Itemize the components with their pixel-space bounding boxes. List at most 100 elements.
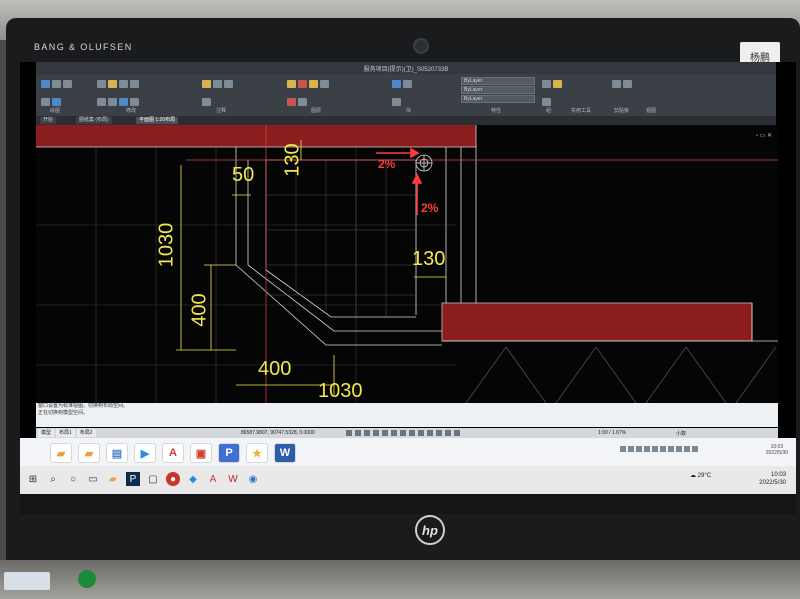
p-app-icon[interactable]: P <box>218 443 240 463</box>
leader-icon[interactable] <box>224 80 233 88</box>
widgets-icon[interactable]: ▭ <box>86 472 100 486</box>
lineweight-dropdown[interactable]: ByLayer <box>461 95 535 103</box>
drawing-canvas[interactable]: ▫ ▭ ✕ 50 130 130 1030 400 400 1030 2% 2% <box>36 125 778 403</box>
tab-sheet-set[interactable]: 图纸集 (布局) <box>76 117 112 124</box>
units-mode[interactable]: 小数 <box>676 430 686 437</box>
star-icon[interactable]: ★ <box>246 443 268 463</box>
red-app-icon[interactable]: A <box>206 472 220 486</box>
3d-osnap-icon[interactable] <box>427 430 433 436</box>
polyline-icon[interactable] <box>52 80 61 88</box>
tray-icon-5[interactable] <box>652 446 658 452</box>
ribbon-group-clipboard[interactable] <box>611 76 651 106</box>
tray-icon-9[interactable] <box>684 446 690 452</box>
layer-properties-icon[interactable] <box>287 80 296 88</box>
workspace-icon[interactable] <box>454 430 460 436</box>
stretch-icon[interactable] <box>119 98 128 106</box>
snap-toggle-icon[interactable] <box>355 430 361 436</box>
ortho-toggle-icon[interactable] <box>364 430 370 436</box>
command-line[interactable]: 窗口设置为标准视图。切换到布局空间。 正在切换到模型空间。 <box>36 403 778 427</box>
edit-block-icon[interactable] <box>392 98 401 106</box>
tray-icon-6[interactable] <box>660 446 666 452</box>
search-icon[interactable]: ⌕ <box>46 472 60 486</box>
move-icon[interactable] <box>97 80 106 88</box>
drafting-toggles[interactable] <box>346 430 463 438</box>
ungroup-icon[interactable] <box>553 80 562 88</box>
app-a-icon[interactable]: A <box>162 443 184 463</box>
weather-widget[interactable]: ☁ 29°C <box>690 472 711 479</box>
folder-icon[interactable]: ▰ <box>50 443 72 463</box>
ribbon-group-draw[interactable] <box>40 76 80 106</box>
tab-plan-layout[interactable]: 平面图 1:20布局 <box>136 117 179 124</box>
mirror-icon[interactable] <box>97 98 106 106</box>
layer-iso-icon[interactable] <box>287 98 296 106</box>
trim-icon[interactable] <box>119 80 128 88</box>
tray-icon-3[interactable] <box>636 446 642 452</box>
paste-icon[interactable] <box>612 80 621 88</box>
tray-icon-10[interactable] <box>692 446 698 452</box>
fillet-icon[interactable] <box>108 98 117 106</box>
create-block-icon[interactable] <box>403 80 412 88</box>
osnap-toggle-icon[interactable] <box>382 430 388 436</box>
ribbon-group-group[interactable] <box>541 76 601 106</box>
taskbar-clock[interactable]: 10:03 2022/5/30 <box>759 471 786 487</box>
word-icon[interactable]: W <box>274 443 296 463</box>
rotate-icon[interactable] <box>108 80 117 88</box>
folder-icon-2[interactable]: ▰ <box>78 443 100 463</box>
tray-icons-row[interactable] <box>620 446 700 454</box>
polar-toggle-icon[interactable] <box>373 430 379 436</box>
tray-icon-1[interactable] <box>620 446 626 452</box>
tab-model[interactable]: 模型 <box>38 429 55 437</box>
media-icon[interactable]: ◆ <box>186 472 200 486</box>
layer-match-icon[interactable] <box>298 98 307 106</box>
measure-icon[interactable] <box>542 98 551 106</box>
table-icon[interactable] <box>202 98 211 106</box>
image-icon[interactable]: ▤ <box>106 443 128 463</box>
dimension-icon[interactable] <box>213 80 222 88</box>
otrack-toggle-icon[interactable] <box>391 430 397 436</box>
windows-start-icon[interactable]: ⊞ <box>26 472 40 486</box>
circle-icon[interactable] <box>63 80 72 88</box>
annotation-visibility-icon[interactable] <box>445 430 451 436</box>
settings-icon[interactable]: ▢ <box>146 472 160 486</box>
layer-lock-icon[interactable] <box>320 80 329 88</box>
scale-icon[interactable] <box>130 98 139 106</box>
selection-cycle-icon[interactable] <box>418 430 424 436</box>
tab-start[interactable]: 开始 <box>40 117 57 124</box>
task-view-icon[interactable]: ○ <box>66 472 80 486</box>
annotation-scale[interactable]: 1:00 / 1.67% <box>598 430 626 436</box>
color-dropdown[interactable]: ByLayer <box>461 77 535 85</box>
viewport-controls[interactable]: ▫ ▭ ✕ <box>756 132 772 139</box>
dynamic-ucs-icon[interactable] <box>436 430 442 436</box>
video-icon[interactable]: ▶ <box>134 443 156 463</box>
ps-icon[interactable]: P <box>126 472 140 486</box>
lineweight-toggle-icon[interactable] <box>400 430 406 436</box>
tab-layout1[interactable]: 布局1 <box>56 429 75 437</box>
autocad-icon[interactable]: ● <box>166 472 180 486</box>
pdf-icon[interactable]: W <box>226 472 240 486</box>
layer-freeze-icon[interactable] <box>309 80 318 88</box>
red-box-icon[interactable]: ▣ <box>190 443 212 463</box>
group-icon[interactable] <box>542 80 551 88</box>
browser-icon[interactable]: ◉ <box>246 472 260 486</box>
rectangle-icon[interactable] <box>52 98 61 106</box>
arc-icon[interactable] <box>41 98 50 106</box>
ribbon-group-modify[interactable] <box>96 76 176 106</box>
ribbon-group-block[interactable] <box>391 76 451 106</box>
copy-icon[interactable] <box>130 80 139 88</box>
tab-layout2[interactable]: 布局2 <box>76 429 96 437</box>
grid-toggle-icon[interactable] <box>346 430 352 436</box>
transparency-toggle-icon[interactable] <box>409 430 415 436</box>
tray-icon-7[interactable] <box>668 446 674 452</box>
copy-clip-icon[interactable] <box>623 80 632 88</box>
layer-off-icon[interactable] <box>298 80 307 88</box>
insert-block-icon[interactable] <box>392 80 401 88</box>
explorer-icon[interactable]: ▰ <box>106 472 120 486</box>
ribbon-group-annotation[interactable] <box>201 76 261 106</box>
tray-icon-4[interactable] <box>644 446 650 452</box>
linetype-dropdown[interactable]: ByLayer <box>461 86 535 94</box>
tray-icon-8[interactable] <box>676 446 682 452</box>
line-icon[interactable] <box>41 80 50 88</box>
text-icon[interactable] <box>202 80 211 88</box>
ribbon-group-layers[interactable] <box>286 76 386 106</box>
tray-icon-2[interactable] <box>628 446 634 452</box>
